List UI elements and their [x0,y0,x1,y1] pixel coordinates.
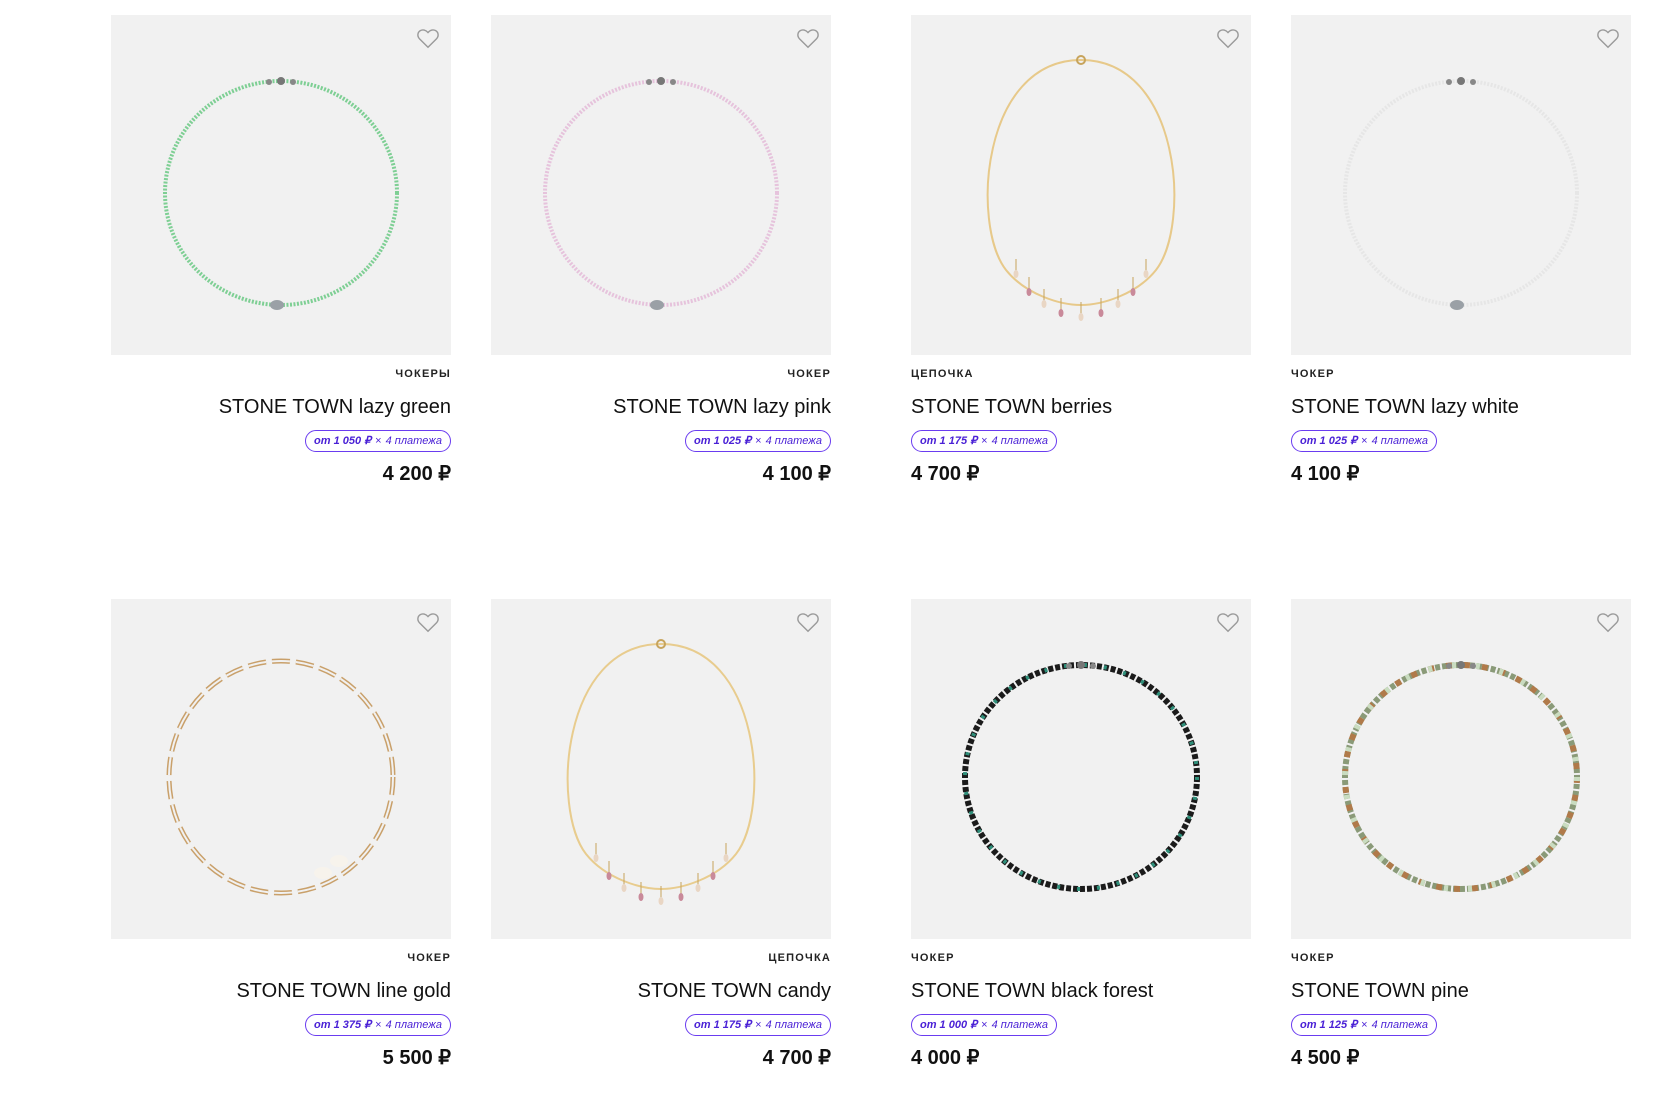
product-category: ЧОКЕРЫ [395,368,451,380]
installment-badge[interactable]: от 1 000 ₽ × 4 платежа [911,1014,1057,1036]
product-card[interactable]: ЦЕПОЧКА STONE TOWN berries от 1 175 ₽ × 4 … [911,15,1251,486]
installment-badge[interactable]: от 1 175 ₽ × 4 платежа [911,430,1057,452]
necklace-image [962,661,1200,892]
product-title[interactable]: STONE TOWN line gold [111,979,451,1003]
product-image[interactable] [911,599,1251,939]
installment-amount: от 1 025 ₽ [694,435,752,447]
heart-icon[interactable] [1215,609,1241,635]
installment-badge[interactable]: от 1 175 ₽ × 4 платежа [685,1014,831,1036]
installment-amount: от 1 175 ₽ [920,435,978,447]
product-image[interactable] [1291,15,1631,355]
installment-amount: от 1 025 ₽ [1300,435,1358,447]
product-card[interactable]: ЧОКЕРЫ STONE TOWN lazy green от 1 050 ₽ ×… [111,15,451,486]
product-price: 4 000 ₽ [911,1047,980,1069]
installment-amount: от 1 000 ₽ [920,1019,978,1031]
product-info: ЧОКЕРЫ STONE TOWN lazy green от 1 050 ₽ ×… [111,355,451,486]
product-card[interactable]: ЧОКЕР STONE TOWN lazy white от 1 025 ₽ × 4… [1291,15,1631,486]
necklace-image [986,55,1176,321]
product-title[interactable]: STONE TOWN pine [1291,979,1631,1003]
installment-badge[interactable]: от 1 025 ₽ × 4 платежа [1291,430,1437,452]
product-image[interactable] [911,15,1251,355]
product-image[interactable] [491,599,831,939]
product-image[interactable] [491,15,831,355]
product-category: ЧОКЕР [1291,952,1335,964]
heart-icon[interactable] [1595,25,1621,51]
necklace-image [566,639,756,905]
installment-count: 4 платежа [765,1019,822,1031]
product-info: ЧОКЕР STONE TOWN line gold от 1 375 ₽ × 4 … [111,939,451,1070]
product-info: ЧОКЕР STONE TOWN black forest от 1 000 ₽… [911,939,1251,1070]
heart-icon[interactable] [795,25,821,51]
times-sign: × [981,1019,988,1031]
necklace-image [163,77,399,310]
necklace-image [166,658,396,896]
installment-amount: от 1 375 ₽ [314,1019,372,1031]
product-category: ЦЕПОЧКА [911,368,974,380]
product-title[interactable]: STONE TOWN candy [491,979,831,1003]
product-category: ЧОКЕР [787,368,831,380]
times-sign: × [1361,1019,1368,1031]
product-price: 4 700 ₽ [762,1047,831,1069]
product-price: 4 100 ₽ [762,463,831,485]
product-category: ЧОКЕР [911,952,955,964]
times-sign: × [755,1019,762,1031]
product-card[interactable]: ЧОКЕР STONE TOWN line gold от 1 375 ₽ × 4 … [111,599,451,1070]
installment-amount: от 1 050 ₽ [314,435,372,447]
product-image[interactable] [111,599,451,939]
installment-amount: от 1 175 ₽ [694,1019,752,1031]
installment-amount: от 1 125 ₽ [1300,1019,1358,1031]
installment-count: 4 платежа [385,435,442,447]
necklace-image [543,77,779,310]
product-card[interactable]: ЧОКЕР STONE TOWN pine от 1 125 ₽ × 4 плате… [1291,599,1631,1070]
product-title[interactable]: STONE TOWN lazy pink [491,395,831,419]
product-info: ЦЕПОЧКА STONE TOWN candy от 1 175 ₽ × 4 пл… [491,939,831,1070]
product-title[interactable]: STONE TOWN lazy green [111,395,451,419]
installment-count: 4 платежа [385,1019,442,1031]
installment-count: 4 платежа [1371,1019,1428,1031]
product-info: ЦЕПОЧКА STONE TOWN berries от 1 175 ₽ × 4 … [911,355,1251,486]
product-price: 5 500 ₽ [382,1047,451,1069]
installment-badge[interactable]: от 1 025 ₽ × 4 платежа [685,430,831,452]
product-image[interactable] [111,15,451,355]
installment-count: 4 платежа [991,1019,1048,1031]
product-info: ЧОКЕР STONE TOWN lazy pink от 1 025 ₽ × 4 … [491,355,831,486]
product-card[interactable]: ЦЕПОЧКА STONE TOWN candy от 1 175 ₽ × 4 пл… [491,599,831,1070]
times-sign: × [981,435,988,447]
times-sign: × [1361,435,1368,447]
product-title[interactable]: STONE TOWN black forest [911,979,1251,1003]
product-category: ЧОКЕР [407,952,451,964]
heart-icon[interactable] [1215,25,1241,51]
product-price: 4 100 ₽ [1291,463,1360,485]
product-card[interactable]: ЧОКЕР STONE TOWN black forest от 1 000 ₽… [911,599,1251,1070]
installment-badge[interactable]: от 1 375 ₽ × 4 платежа [305,1014,451,1036]
installment-badge[interactable]: от 1 050 ₽ × 4 платежа [305,430,451,452]
installment-count: 4 платежа [1371,435,1428,447]
product-category: ЧОКЕР [1291,368,1335,380]
installment-badge[interactable]: от 1 125 ₽ × 4 платежа [1291,1014,1437,1036]
product-title[interactable]: STONE TOWN lazy white [1291,395,1631,419]
times-sign: × [375,1019,382,1031]
product-price: 4 200 ₽ [382,463,451,485]
heart-icon[interactable] [415,25,441,51]
installment-count: 4 платежа [991,435,1048,447]
installment-count: 4 платежа [765,435,822,447]
product-price: 4 500 ₽ [1291,1047,1360,1069]
times-sign: × [375,435,382,447]
heart-icon[interactable] [795,609,821,635]
heart-icon[interactable] [1595,609,1621,635]
product-price: 4 700 ₽ [911,463,980,485]
product-title[interactable]: STONE TOWN berries [911,395,1251,419]
heart-icon[interactable] [415,609,441,635]
product-card[interactable]: ЧОКЕР STONE TOWN lazy pink от 1 025 ₽ × 4 … [491,15,831,486]
necklace-image [1342,661,1580,892]
product-info: ЧОКЕР STONE TOWN lazy white от 1 025 ₽ × 4… [1291,355,1631,486]
times-sign: × [755,435,762,447]
product-info: ЧОКЕР STONE TOWN pine от 1 125 ₽ × 4 плате… [1291,939,1631,1070]
product-category: ЦЕПОЧКА [768,952,831,964]
necklace-image [1343,77,1579,310]
product-image[interactable] [1291,599,1631,939]
